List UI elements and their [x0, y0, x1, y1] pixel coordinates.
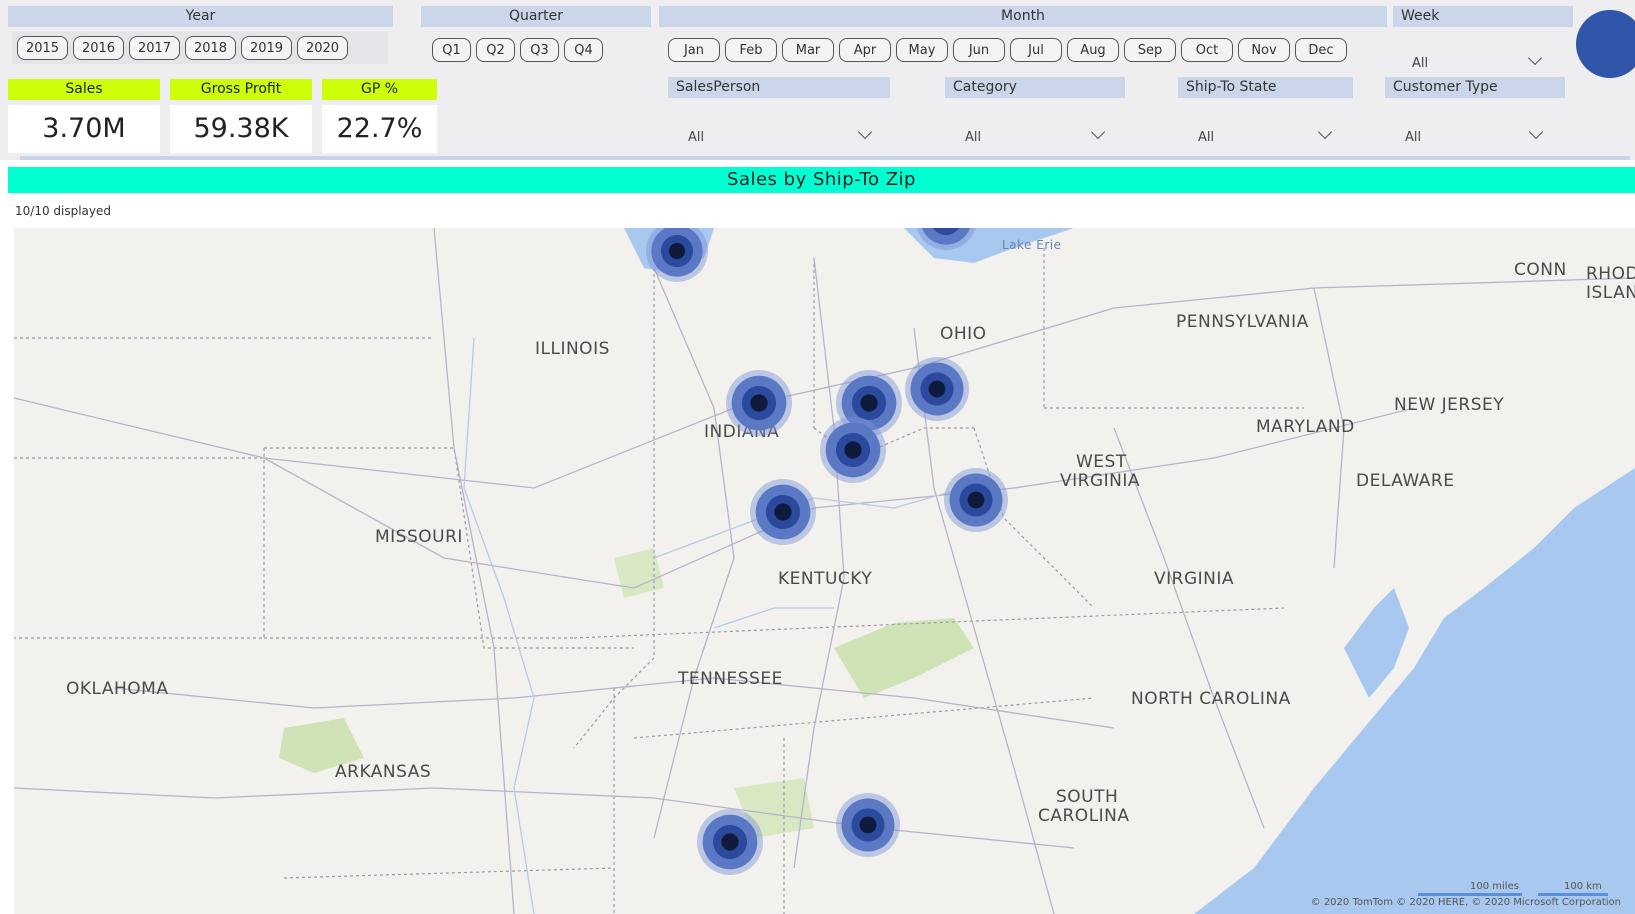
map-visual[interactable]: ILLINOIS INDIANA OHIO PENNSYLVANIA NEW J… [14, 228, 1635, 914]
state-label-tennessee: TENNESSEE [678, 669, 783, 689]
state-label-oklahoma: OKLAHOMA [66, 679, 169, 699]
water-label-lake-erie: Lake Erie [1002, 238, 1062, 252]
state-label-island: ISLAN [1586, 283, 1635, 303]
year-slicer: 2015 2016 2017 2018 2019 2020 [17, 36, 348, 60]
ship-to-state-value: All [1198, 130, 1215, 145]
state-label-delaware: DELAWARE [1356, 471, 1455, 491]
ship-to-state-header: Ship-To State [1178, 77, 1353, 98]
month-chip[interactable]: Oct [1181, 38, 1233, 62]
month-chip[interactable]: Apr [839, 38, 891, 62]
chevron-down-icon [1090, 124, 1106, 140]
month-chip[interactable]: Sep [1124, 38, 1176, 62]
filter-panel: Year 2015 2016 2017 2018 2019 2020 Quarter Q1… [0, 0, 1635, 160]
state-label-south: SOUTH [1056, 787, 1119, 807]
scale-km-label: 100 km [1564, 881, 1602, 892]
map-bubble[interactable] [697, 809, 763, 875]
salesperson-value: All [688, 130, 705, 145]
divider [20, 156, 1630, 160]
gross-profit-kpi-label: Gross Profit [170, 79, 312, 100]
month-chip[interactable]: Mar [782, 38, 834, 62]
week-dropdown[interactable]: All [1400, 47, 1552, 77]
state-label-kentucky: KENTUCKY [778, 569, 873, 589]
map-bubble[interactable] [750, 479, 816, 545]
map-bubble[interactable] [905, 357, 969, 421]
state-label-maryland: MARYLAND [1256, 417, 1355, 437]
state-label-ohio: OHIO [940, 324, 987, 344]
salesperson-header: SalesPerson [668, 77, 890, 98]
quarter-chip[interactable]: Q1 [432, 38, 471, 62]
chevron-down-icon [1528, 124, 1544, 140]
month-slicer: Jan Feb Mar Apr May Jun Jul Aug Sep Oct Nov Dec [668, 38, 1347, 62]
month-chip[interactable]: Aug [1067, 38, 1119, 62]
month-chip[interactable]: Nov [1238, 38, 1290, 62]
sales-kpi-label: Sales [8, 79, 160, 100]
year-chip[interactable]: 2020 [297, 36, 348, 60]
year-chip[interactable]: 2016 [73, 36, 124, 60]
category-value: All [965, 130, 982, 145]
circle-button[interactable] [1576, 10, 1635, 78]
year-chip[interactable]: 2019 [241, 36, 292, 60]
salesperson-dropdown[interactable]: All [676, 121, 882, 151]
map-bubble[interactable] [836, 793, 900, 857]
state-label-west: WEST [1076, 452, 1127, 472]
scale-km-bar [1538, 893, 1608, 896]
sales-kpi-value: 3.70M [8, 105, 160, 153]
map-title: Sales by Ship-To Zip [8, 167, 1635, 193]
state-label-virginia: VIRGINIA [1154, 569, 1235, 589]
gross-profit-kpi-value: 59.38K [170, 105, 312, 153]
state-label-north-carolina: NORTH CAROLINA [1131, 689, 1291, 709]
quarter-chip[interactable]: Q4 [564, 38, 603, 62]
map-bubble[interactable] [820, 417, 886, 483]
map-bubble[interactable] [944, 468, 1008, 532]
gp-pct-kpi-value: 22.7% [322, 105, 437, 153]
month-chip[interactable]: Feb [725, 38, 777, 62]
sales-dashboard: Year 2015 2016 2017 2018 2019 2020 Quarter Q1… [0, 0, 1635, 914]
customer-type-header: Customer Type [1385, 77, 1565, 98]
customer-type-value: All [1405, 130, 1422, 145]
state-label-illinois: ILLINOIS [535, 339, 610, 359]
month-chip[interactable]: Jul [1010, 38, 1062, 62]
state-label-missouri: MISSOURI [375, 527, 463, 547]
year-header: Year [8, 6, 393, 27]
category-dropdown[interactable]: All [953, 121, 1115, 151]
state-label-conn: CONN [1514, 260, 1567, 280]
year-chip[interactable]: 2017 [129, 36, 180, 60]
state-label-pennsylvania: PENNSYLVANIA [1176, 312, 1309, 332]
quarter-header: Quarter [421, 6, 651, 27]
state-label-new-jersey: NEW JERSEY [1394, 395, 1505, 415]
month-chip[interactable]: Jun [953, 38, 1005, 62]
month-header: Month [659, 6, 1387, 27]
chevron-down-icon [1317, 124, 1333, 140]
category-header: Category [945, 77, 1125, 98]
week-value: All [1412, 56, 1429, 71]
week-header: Week [1393, 6, 1573, 27]
customer-type-dropdown[interactable]: All [1393, 121, 1553, 151]
month-chip[interactable]: May [896, 38, 948, 62]
quarter-slicer: Q1 Q2 Q3 Q4 [432, 38, 603, 62]
state-label-arkansas: ARKANSAS [335, 762, 432, 782]
state-label-carolina: CAROLINA [1038, 806, 1130, 826]
chevron-down-icon [857, 124, 873, 140]
chevron-down-icon [1527, 50, 1543, 66]
ship-to-state-dropdown[interactable]: All [1186, 121, 1342, 151]
map-bubble[interactable] [726, 370, 792, 436]
year-chip[interactable]: 2018 [185, 36, 236, 60]
scale-miles-label: 100 miles [1470, 881, 1519, 892]
scale-miles-bar [1418, 893, 1522, 896]
quarter-chip[interactable]: Q3 [520, 38, 559, 62]
displayed-count: 10/10 displayed [15, 204, 112, 218]
month-chip[interactable]: Jan [668, 38, 720, 62]
map-copyright: © 2020 TomTom © 2020 HERE, © 2020 Micros… [1310, 897, 1621, 908]
year-chip[interactable]: 2015 [17, 36, 68, 60]
month-chip[interactable]: Dec [1295, 38, 1347, 62]
quarter-chip[interactable]: Q2 [476, 38, 515, 62]
gp-pct-kpi-label: GP % [322, 79, 437, 100]
state-label-rhode: RHOD [1586, 264, 1635, 284]
state-label-virginia-wv: VIRGINIA [1060, 471, 1141, 491]
